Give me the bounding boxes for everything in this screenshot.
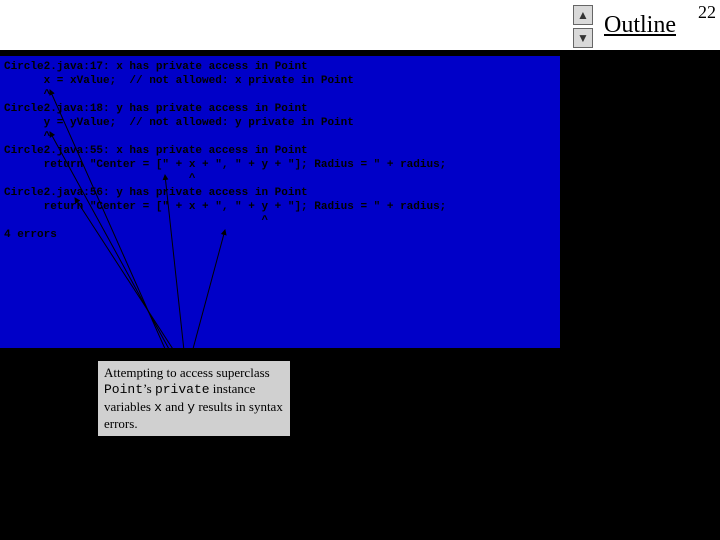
footer-line1: © 2003 Prentice Hall, Inc. (575, 502, 712, 518)
callout-box: Attempting to access superclass Point’s … (97, 360, 291, 437)
slide-number: 22 (698, 2, 716, 23)
right-notes: Circle2.java output Attempting to access… (567, 200, 719, 339)
right-paragraph: Attempting to access superclass Point’s … (567, 255, 719, 339)
nav-up-icon[interactable]: ▲ (573, 5, 593, 25)
subheading: output (567, 220, 719, 237)
compiler-output: Circle2.java:17: x has private access in… (0, 56, 560, 348)
header-bar: ▲ ▼ Outline 22 (0, 0, 720, 50)
outline-label: Outline (604, 12, 676, 39)
copyright-footer: © 2003 Prentice Hall, Inc. All rights re… (575, 502, 712, 535)
filename-label: Circle2.java (567, 200, 719, 218)
footer-line2: All rights reserved. (575, 518, 712, 534)
nav-down-icon[interactable]: ▼ (573, 28, 593, 48)
